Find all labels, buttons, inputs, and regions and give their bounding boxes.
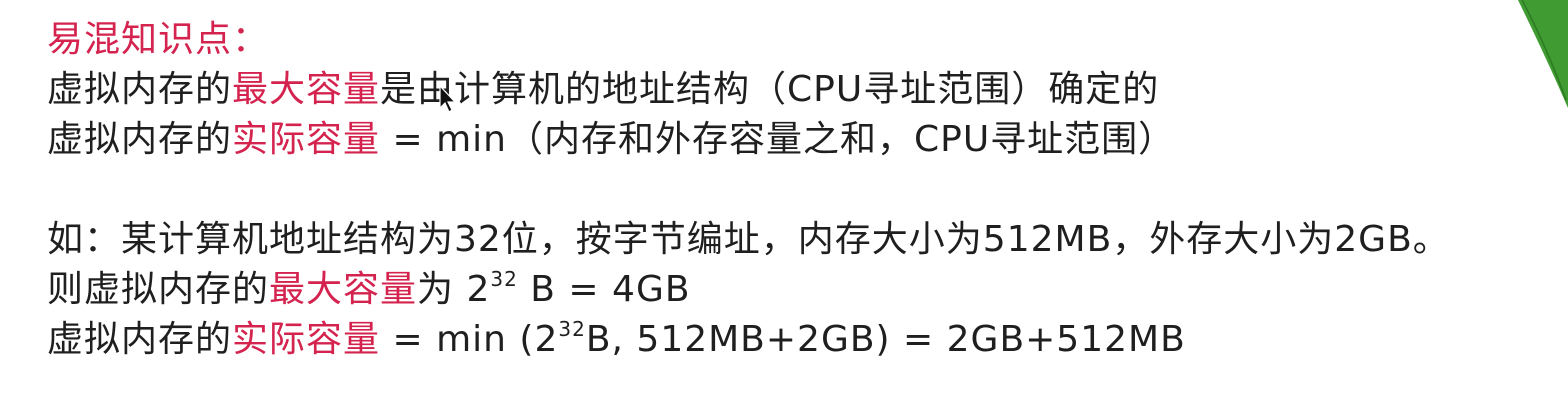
highlight-term: 实际容量 xyxy=(232,119,381,160)
line-actual-capacity: 虚拟内存的实际容量 = min（内存和外存容量之和，CPU寻址范围） xyxy=(47,118,1175,162)
text-segment: B, 512MB+2GB) = 2GB+512MB xyxy=(585,319,1186,360)
leaf-decoration-icon xyxy=(1518,0,1568,108)
line-max-capacity: 虚拟内存的最大容量是由计算机的地址结构（CPU寻址范围）确定的 xyxy=(47,68,1159,112)
slide: 易混知识点： 虚拟内存的最大容量是由计算机的地址结构（CPU寻址范围）确定的 虚… xyxy=(0,0,1568,404)
example-actual-capacity: 虚拟内存的实际容量 = min (232B, 512MB+2GB) = 2GB+… xyxy=(47,318,1186,362)
text-segment: 虚拟内存的 xyxy=(47,319,233,360)
example-max-capacity: 则虚拟内存的最大容量为 232 B = 4GB xyxy=(47,268,691,312)
example-line: 如：某计算机地址结构为32位，按字节编址，内存大小为512MB，外存大小为2GB… xyxy=(47,219,1450,260)
text-segment: 则虚拟内存的 xyxy=(47,269,270,310)
exponent: 32 xyxy=(490,267,518,291)
text-segment: 虚拟内存的 xyxy=(47,69,233,110)
text-segment: 是由计算机的地址结构（CPU寻址范围）确定的 xyxy=(380,69,1160,110)
cursor-arrow-icon xyxy=(439,84,457,113)
text-segment: B = 4GB xyxy=(517,269,691,310)
highlight-term: 实际容量 xyxy=(232,319,381,360)
exponent: 32 xyxy=(558,317,586,341)
text-segment: = min (2 xyxy=(380,319,559,360)
highlight-term: 最大容量 xyxy=(269,269,418,310)
text-segment: = min（内存和外存容量之和，CPU寻址范围） xyxy=(380,119,1176,160)
text-segment: 虚拟内存的 xyxy=(47,119,233,160)
heading: 易混知识点： xyxy=(47,19,270,60)
text-segment: 为 2 xyxy=(417,269,491,310)
highlight-term: 最大容量 xyxy=(232,69,381,110)
